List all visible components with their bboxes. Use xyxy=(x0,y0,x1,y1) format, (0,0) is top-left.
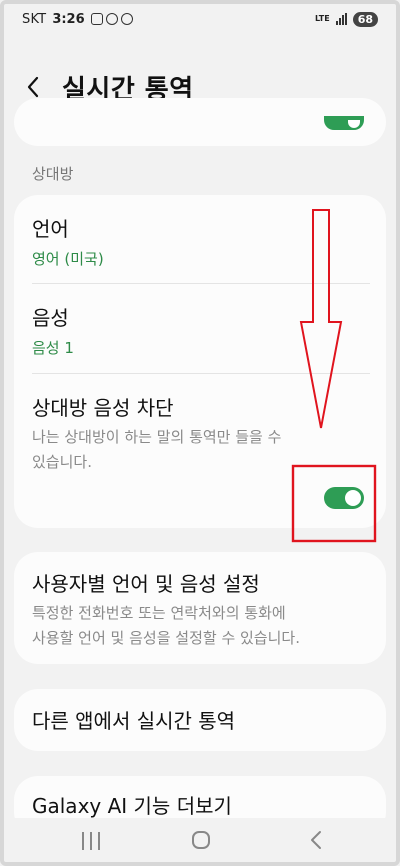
lte-icon: LTE xyxy=(314,14,330,23)
notification-icons xyxy=(90,13,133,25)
mute-counterpart-row[interactable]: 상대방 음성 차단 나는 상대방이 하는 말의 통역만 들을 수 있습니다. xyxy=(32,392,370,475)
custom-description-line1: 특정한 전화번호 또는 연락처와의 통화에 xyxy=(32,604,286,622)
voice-value: 음성 1 xyxy=(32,339,74,357)
custom-row: 사용자별 언어 및 음성 설정 특정한 전화번호 또는 연락처와의 통화에 사용… xyxy=(32,568,370,651)
language-row[interactable]: 언어 영어 (미국) xyxy=(32,213,370,269)
other-apps-row: 다른 앱에서 실시간 통역 xyxy=(32,705,370,734)
home-icon[interactable] xyxy=(192,831,210,849)
divider xyxy=(32,373,370,374)
counterpart-settings-card: 언어 영어 (미국) 음성 음성 1 상대방 음성 차단 나는 상대방이 하는 … xyxy=(14,195,386,528)
shield-icon xyxy=(120,13,133,25)
screenshot-icon xyxy=(90,13,103,25)
navigation-bar xyxy=(0,818,400,866)
custom-settings-card[interactable]: 사용자별 언어 및 음성 설정 특정한 전화번호 또는 연락처와의 통화에 사용… xyxy=(14,552,386,664)
custom-description: 특정한 전화번호 또는 연락처와의 통화에 사용할 언어 및 음성을 설정할 수… xyxy=(32,601,370,651)
previous-setting-card xyxy=(14,98,386,146)
other-apps-card[interactable]: 다른 앱에서 실시간 통역 xyxy=(14,689,386,751)
mute-toggle[interactable] xyxy=(324,487,364,509)
custom-description-line2: 사용할 언어 및 음성을 설정할 수 있습니다. xyxy=(32,629,300,647)
section-label: 상대방 xyxy=(32,165,74,183)
carrier-label: SKT xyxy=(22,11,47,27)
back-icon[interactable] xyxy=(306,829,326,851)
custom-title: 사용자별 언어 및 음성 설정 xyxy=(32,572,260,596)
clock: 3:26 xyxy=(52,11,85,27)
chevron-left-icon xyxy=(27,76,39,98)
divider xyxy=(32,283,370,284)
toggle-knob xyxy=(345,490,361,506)
signal-icon xyxy=(335,13,347,25)
galaxy-ai-title: Galaxy AI 기능 더보기 xyxy=(32,794,232,818)
voice-title: 음성 xyxy=(32,306,69,330)
mute-description-line1: 나는 상대방이 하는 말의 통역만 들을 수 xyxy=(32,428,282,446)
mute-description: 나는 상대방이 하는 말의 통역만 들을 수 있습니다. xyxy=(32,425,370,475)
galaxy-ai-row: Galaxy AI 기능 더보기 xyxy=(32,790,370,819)
status-bar: SKT 3:26 LTE 68 xyxy=(22,8,378,30)
mute-description-line2: 있습니다. xyxy=(32,453,92,471)
battery-icon: 68 xyxy=(352,11,378,27)
location-icon xyxy=(105,13,118,25)
voice-row[interactable]: 음성 음성 1 xyxy=(32,302,370,358)
mute-title: 상대방 음성 차단 xyxy=(32,396,174,420)
language-title: 언어 xyxy=(32,217,69,241)
recents-icon[interactable] xyxy=(82,832,100,850)
other-apps-title: 다른 앱에서 실시간 통역 xyxy=(32,709,236,733)
language-value: 영어 (미국) xyxy=(32,250,104,268)
